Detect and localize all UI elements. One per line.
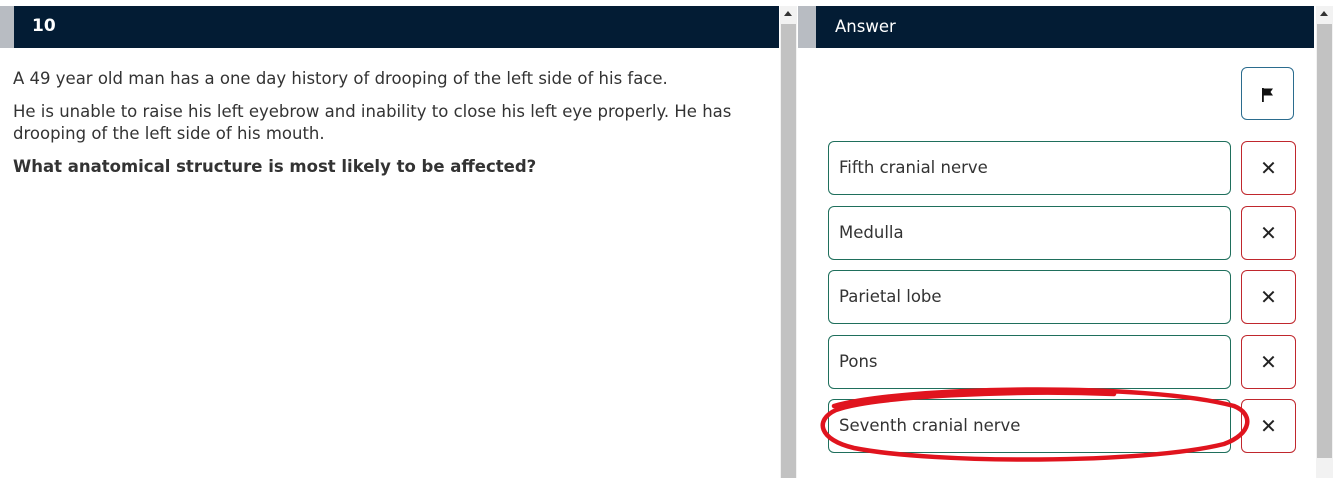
question-paragraph-1: A 49 year old man has a one day history …: [13, 69, 668, 88]
close-icon: ✕: [1260, 221, 1277, 245]
answer-option[interactable]: Parietal lobe: [828, 270, 1231, 324]
flag-question-button[interactable]: [1241, 67, 1294, 120]
eliminate-option-button[interactable]: ✕: [1241, 270, 1296, 324]
answer-scrollbar[interactable]: [1316, 6, 1333, 478]
question-header: 10: [0, 6, 779, 48]
answer-option[interactable]: Pons: [828, 335, 1231, 389]
question-paragraph-2: He is unable to raise his left eyebrow a…: [13, 102, 732, 143]
question-number: 10: [32, 16, 56, 36]
header-accent: [798, 6, 816, 48]
flag-icon: [1262, 88, 1273, 102]
answer-option[interactable]: Medulla: [828, 206, 1231, 260]
answer-option-label: Pons: [839, 352, 878, 371]
scrollbar-thumb[interactable]: [781, 24, 796, 478]
answer-option[interactable]: Seventh cranial nerve: [828, 399, 1231, 453]
chevron-up-icon[interactable]: [784, 11, 792, 16]
answer-header: Answer: [798, 6, 1314, 48]
eliminate-option-button[interactable]: ✕: [1241, 335, 1296, 389]
answer-option-label: Parietal lobe: [839, 287, 942, 306]
close-icon: ✕: [1260, 285, 1277, 309]
question-stem: What anatomical structure is most likely…: [13, 157, 537, 176]
scrollbar-thumb[interactable]: [1317, 24, 1332, 458]
question-scrollbar[interactable]: [780, 6, 797, 478]
answer-option-label: Medulla: [839, 223, 904, 242]
close-icon: ✕: [1260, 156, 1277, 180]
eliminate-option-button[interactable]: ✕: [1241, 141, 1296, 195]
answer-title: Answer: [835, 17, 896, 36]
answer-option-label: Seventh cranial nerve: [839, 416, 1021, 435]
question-panel: 10 A 49 year old man has a one day histo…: [0, 0, 780, 478]
answer-panel: Answer Fifth cranial nerve ✕ Medulla ✕ P…: [798, 0, 1316, 478]
eliminate-option-button[interactable]: ✕: [1241, 399, 1296, 453]
eliminate-option-button[interactable]: ✕: [1241, 206, 1296, 260]
header-accent: [0, 6, 14, 48]
answer-option-label: Fifth cranial nerve: [839, 158, 988, 177]
answer-option[interactable]: Fifth cranial nerve: [828, 141, 1231, 195]
question-body: A 49 year old man has a one day history …: [13, 68, 773, 189]
close-icon: ✕: [1260, 350, 1277, 374]
chevron-up-icon[interactable]: [1320, 11, 1328, 16]
close-icon: ✕: [1260, 414, 1277, 438]
